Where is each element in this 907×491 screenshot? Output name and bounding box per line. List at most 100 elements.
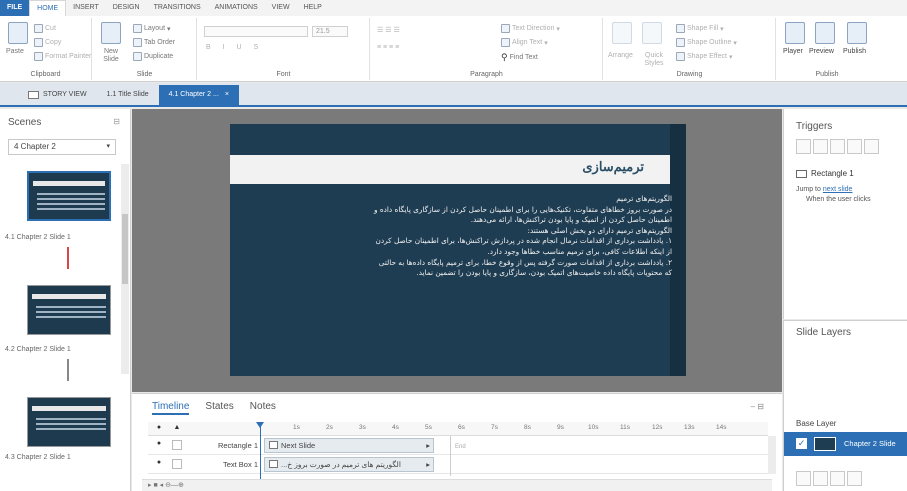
scene-select[interactable]: 4 Chapter 2 ▾ — [8, 139, 116, 155]
preview-icon[interactable] — [815, 22, 835, 44]
copy-trigger-icon[interactable] — [830, 139, 845, 154]
slide-thumbnail-label: 4.1 Chapter 2 Slide 1 — [5, 234, 71, 241]
slide-thumbnail[interactable] — [27, 171, 111, 221]
quick-styles-icon[interactable] — [642, 22, 662, 44]
timeline-bar[interactable]: ...الگوریتم های ترمیم در صورت بروز خ ▸ — [264, 457, 434, 472]
tick-label: 5s — [425, 424, 432, 431]
slide[interactable]: ترمیم‌سازی الگوریتم‌های ترمیم در صورت بر… — [230, 124, 686, 376]
playhead[interactable] — [256, 422, 264, 482]
eye-icon[interactable]: ● — [154, 424, 164, 434]
tab-timeline[interactable]: Timeline — [152, 401, 190, 415]
edit-layer-icon[interactable] — [813, 471, 828, 486]
cut-button[interactable]: Cut — [34, 24, 56, 33]
end-marker[interactable] — [450, 436, 451, 476]
tab-animations[interactable]: ANIMATIONS — [208, 0, 265, 16]
copy-button[interactable]: Copy — [34, 38, 61, 47]
timeline-row[interactable]: ● Text Box 1 ...الگوریتم های ترمیم در صو… — [148, 456, 768, 474]
tab-notes[interactable]: Notes — [250, 401, 276, 415]
preview-button[interactable]: Preview — [809, 48, 834, 55]
slide-thumbnail[interactable] — [27, 397, 111, 447]
timeline-panel: Timeline States Notes – ⊟ ● ▲ 1s 2s 3s 4… — [132, 393, 782, 491]
chapter-slide-tab[interactable]: 4.1 Chapter 2 ... × — [158, 85, 239, 105]
format-painter-button[interactable]: Format Painter — [34, 52, 91, 61]
row-name: Text Box 1 — [222, 460, 258, 469]
slide-label: Slide — [136, 71, 153, 78]
duplicate-layer-icon[interactable] — [830, 471, 845, 486]
timeline-bar[interactable]: Next Slide ▸ — [264, 438, 434, 453]
player-icon[interactable] — [785, 22, 805, 44]
bullets-icon[interactable]: ☰ ☰ ☰ — [377, 26, 400, 34]
eye-icon[interactable]: ● — [154, 459, 164, 469]
lock-checkbox[interactable] — [172, 459, 182, 469]
duplicate-button[interactable]: Duplicate — [133, 52, 173, 61]
font-family-select[interactable] — [204, 26, 308, 37]
new-layer-icon[interactable] — [796, 471, 811, 486]
font-size-select[interactable]: 21.5 — [312, 26, 348, 37]
slide-edge — [670, 124, 686, 376]
quick-styles-button[interactable]: Quick Styles — [640, 52, 668, 68]
arrange-button[interactable]: Arrange — [608, 52, 633, 59]
delete-trigger-icon[interactable] — [864, 139, 879, 154]
arrow-down-icon — [67, 359, 69, 381]
story-view-tab[interactable]: STORY VIEW — [18, 85, 97, 105]
paste-icon[interactable] — [8, 22, 28, 44]
lock-icon[interactable]: ▲ — [172, 424, 182, 434]
shape-effect-button[interactable]: Shape Effect ▾ — [676, 52, 732, 61]
timeline-ruler[interactable]: ● ▲ 1s 2s 3s 4s 5s 6s 7s 8s 9s 10s 11s 1… — [148, 422, 768, 436]
find-text-button[interactable]: ⚲ Find Text — [501, 52, 538, 63]
lock-checkbox[interactable] — [172, 440, 182, 450]
slide-text-box[interactable]: الگوریتم‌های ترمیم در صورت بروز خطاهای م… — [238, 194, 672, 279]
next-slide-link[interactable]: next slide — [823, 186, 853, 193]
text-direction-button[interactable]: Text Direction ▾ — [501, 24, 560, 33]
trigger-condition[interactable]: When the user clicks — [806, 196, 871, 203]
rectangle-icon — [796, 169, 807, 178]
drawing-group: Arrange Quick Styles Shape Fill ▾ Shape … — [604, 18, 776, 80]
timeline-controls[interactable]: ▸ ■ ◂ ⊖—⊕ — [142, 479, 772, 491]
title-slide-tab[interactable]: 1.1 Title Slide — [97, 85, 159, 105]
layout-icon — [133, 24, 142, 33]
tab-order-icon — [133, 38, 142, 47]
timeline-scrollbar[interactable] — [768, 436, 776, 474]
scenes-scrollbar[interactable] — [121, 164, 129, 374]
tab-file[interactable]: FILE — [0, 0, 30, 16]
tab-design[interactable]: DESIGN — [106, 0, 147, 16]
visibility-checkbox[interactable]: ✓ — [796, 438, 807, 449]
paste-button[interactable]: Paste — [6, 48, 24, 55]
publish-icon[interactable] — [847, 22, 867, 44]
tick-label: 1s — [293, 424, 300, 431]
title-bar[interactable]: ترمیم‌سازی — [230, 155, 670, 184]
text-line: از اینکه اطلاعات کافی، برای ترمیم مناسب … — [487, 246, 672, 256]
new-slide-button[interactable]: New Slide — [96, 48, 126, 64]
eye-icon[interactable]: ● — [154, 440, 164, 450]
pin-icon[interactable]: ⊟ — [113, 117, 120, 126]
new-slide-icon[interactable] — [101, 22, 121, 44]
slide-title: ترمیم‌سازی — [582, 159, 644, 174]
paste-trigger-icon[interactable] — [847, 139, 862, 154]
close-icon[interactable]: × — [225, 85, 229, 105]
base-layer-row[interactable]: ✓ Chapter 2 Slide — [784, 432, 907, 456]
tab-help[interactable]: HELP — [297, 0, 329, 16]
tab-home[interactable]: HOME — [29, 0, 67, 16]
align-text-button[interactable]: Align Text ▾ — [501, 38, 548, 47]
arrange-icon[interactable] — [612, 22, 632, 44]
tab-view[interactable]: VIEW — [265, 0, 297, 16]
shape-outline-button[interactable]: Shape Outline ▾ — [676, 38, 737, 47]
edit-trigger-icon[interactable] — [813, 139, 828, 154]
tab-order-button[interactable]: Tab Order — [133, 38, 175, 47]
tab-states[interactable]: States — [205, 401, 233, 415]
delete-layer-icon[interactable] — [847, 471, 862, 486]
publish-button[interactable]: Publish — [843, 48, 866, 55]
tab-insert[interactable]: INSERT — [66, 0, 106, 16]
slide-thumbnail[interactable] — [27, 285, 111, 335]
new-trigger-icon[interactable] — [796, 139, 811, 154]
align-icons[interactable]: ≡ ≡ ≡ ≡ — [377, 44, 399, 51]
shape-fill-button[interactable]: Shape Fill ▾ — [676, 24, 724, 33]
panel-window-icons[interactable]: – ⊟ — [751, 402, 764, 411]
tab-transitions[interactable]: TRANSITIONS — [147, 0, 208, 16]
player-button[interactable]: Player — [783, 48, 803, 55]
layout-button[interactable]: Layout ▾ — [133, 24, 171, 33]
trigger-object[interactable]: Rectangle 1 — [796, 169, 854, 178]
tick-label: 14s — [716, 424, 727, 431]
font-style-buttons[interactable]: B I U S — [206, 44, 263, 51]
ribbon-tabs: FILE HOME INSERT DESIGN TRANSITIONS ANIM… — [0, 0, 907, 16]
